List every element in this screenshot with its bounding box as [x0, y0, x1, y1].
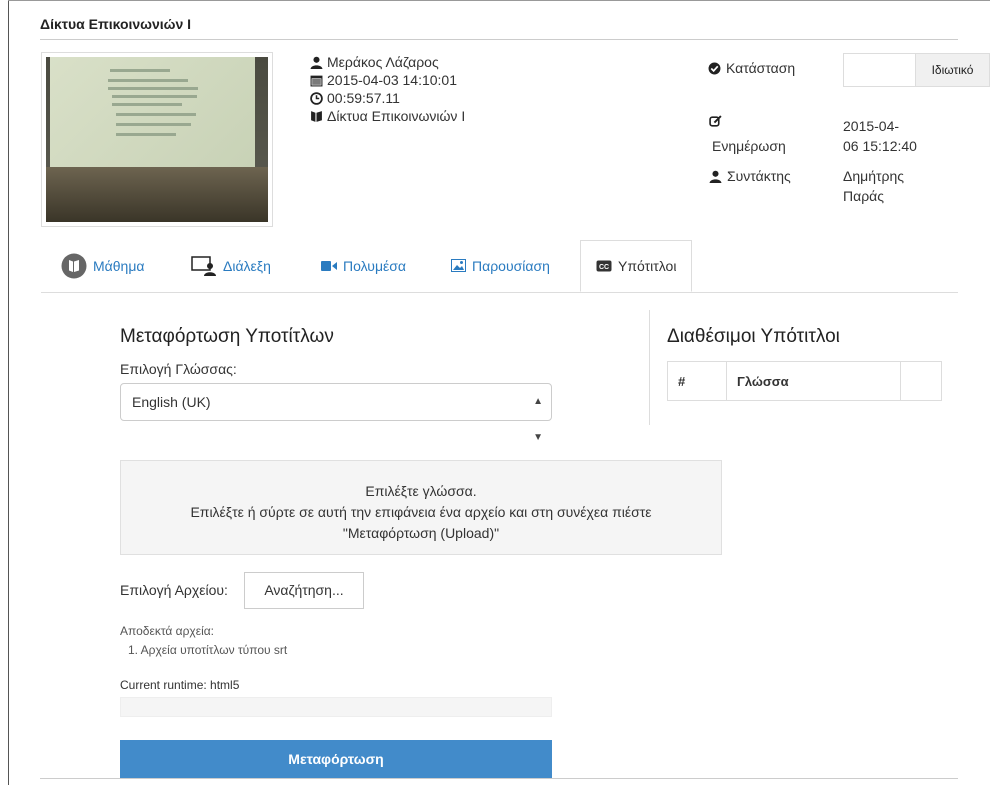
lecture-thumbnail[interactable]: [41, 52, 273, 227]
edit-icon: [709, 115, 722, 127]
file-dropzone[interactable]: Επιλέξτε γλώσσα. Επιλέξτε ή σύρτε σε αυτ…: [120, 460, 722, 555]
editor-value-line1: Δημήτρης: [843, 168, 905, 184]
projector-screen: [50, 57, 255, 167]
select-arrows-icon: ▲ ▼: [533, 396, 543, 443]
image-icon: [451, 259, 466, 272]
editor-value-line2: Παράς: [843, 188, 885, 204]
page-title: Δίκτυα Επικοινωνιών Ι: [40, 16, 192, 32]
bottom-divider: [40, 778, 958, 779]
tab-subtitles[interactable]: CC Υπότιτλοι: [580, 240, 693, 292]
lecture-duration: 00:59:57.11: [327, 90, 400, 106]
tab-media[interactable]: Πολυμέσα: [321, 240, 406, 291]
tab-lecture[interactable]: Διάλεξη: [191, 240, 271, 291]
lecture-author: Μεράκος Λάζαρος: [327, 54, 439, 70]
lecture-course: Δίκτυα Επικοινωνιών Ι: [327, 108, 466, 124]
column-header-actions: [900, 361, 942, 401]
file-label: Επιλογή Αρχείου:: [120, 582, 228, 598]
updated-value-line1: 2015-04-: [843, 118, 900, 134]
cc-icon: CC: [596, 260, 612, 272]
status-dropdown[interactable]: Ιδιωτικό: [843, 53, 990, 87]
accepted-label: Αποδεκτά αρχεία:: [120, 624, 215, 638]
column-divider: [649, 310, 650, 425]
updated-value-line2: 06 15:12:40: [843, 138, 917, 154]
dropzone-line1: Επιλέξτε γλώσσα.: [365, 483, 477, 499]
video-icon: [321, 260, 337, 271]
dropzone-line3: "Μεταφόρτωση (Upload)": [342, 525, 500, 541]
book-icon: [311, 110, 322, 122]
lecture-meta: Μεράκος Λάζαρος 2015-04-03 14:10:01 00:5…: [310, 53, 465, 125]
language-selected: English (UK): [132, 394, 211, 410]
status-value-button[interactable]: Ιδιωτικό: [915, 54, 989, 86]
user-icon: [709, 170, 722, 183]
available-heading: Διαθέσιμοι Υπότιτλοι: [667, 326, 840, 347]
upload-button[interactable]: Μεταφόρτωση: [120, 740, 552, 778]
runtime-info: Current runtime: html5: [120, 678, 240, 692]
language-label: Επιλογή Γλώσσας:: [120, 361, 237, 377]
dropzone-line2: Επιλέξτε ή σύρτε σε αυτή την επιφάνεια έ…: [190, 504, 652, 520]
classroom-desk: [46, 167, 268, 222]
accepted-item: 1. Αρχεία υποτίτλων τύπου srt: [128, 643, 288, 657]
accepted-files: Αποδεκτά αρχεία: 1. Αρχεία υποτίτλων τύπ…: [120, 622, 287, 660]
browse-button[interactable]: Αναζήτηση...: [244, 572, 364, 609]
user-icon: [310, 56, 323, 69]
course-icon: [61, 253, 87, 278]
lecture-datetime: 2015-04-03 14:10:01: [327, 72, 457, 88]
window-left-border: [8, 0, 9, 785]
lecture-tabs: Μάθημα Διάλεξη Πολυμέσα Παρουσίαση CC Υπ…: [41, 240, 958, 293]
window-top-border: [8, 0, 990, 1]
tab-presentation[interactable]: Παρουσίαση: [451, 240, 550, 291]
upload-progress-bar: [120, 697, 552, 717]
available-subtitles-table: # Γλώσσα: [667, 361, 942, 401]
editor-label: Συντάκτης: [709, 166, 791, 186]
status-label: Κατάσταση: [708, 60, 795, 76]
calendar-icon: [310, 75, 323, 86]
lecture-icon: [191, 255, 216, 276]
title-divider: [40, 39, 958, 40]
column-header-language: Γλώσσα: [726, 361, 901, 401]
check-circle-icon: [708, 62, 721, 74]
tab-course[interactable]: Μάθημα: [61, 240, 145, 291]
language-select[interactable]: English (UK) ▲ ▼: [120, 383, 552, 443]
column-header-number: #: [667, 361, 727, 401]
upload-heading: Μεταφόρτωση Υποτίτλων: [120, 326, 334, 347]
updated-label: Ενημέρωση: [712, 138, 786, 154]
clock-icon: [310, 91, 323, 105]
svg-text:CC: CC: [599, 264, 609, 271]
updated-block: [709, 113, 722, 133]
